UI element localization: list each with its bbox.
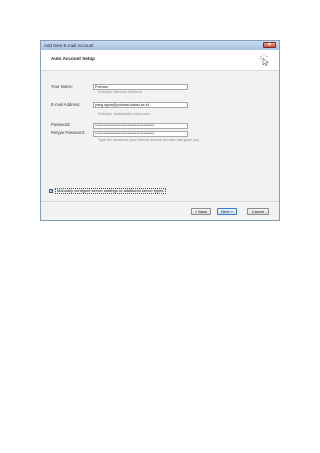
manual-config-row[interactable]: ✓ Manually configure server settings or … (49, 188, 166, 194)
password-field[interactable]: **************************************** (93, 123, 188, 129)
manual-config-checkbox[interactable]: ✓ (49, 189, 53, 193)
page-title: Auto Account Setup (51, 56, 95, 61)
wizard-body (41, 71, 279, 220)
name-label: Your Name: (51, 84, 73, 89)
page: Add New E-mail Account ✕ Auto Account Se… (0, 0, 320, 453)
password-hint: Type the password your Internet service … (98, 138, 200, 142)
retype-password-field[interactable]: **************************************** (93, 131, 188, 137)
retype-password-label: Retype Password: (51, 130, 85, 135)
add-email-account-dialog: Add New E-mail Account ✕ Auto Account Se… (40, 40, 280, 221)
back-button[interactable]: < Back (191, 208, 211, 215)
footer-divider (41, 201, 279, 202)
next-button[interactable]: Next > (217, 208, 237, 215)
close-button[interactable]: ✕ (263, 42, 276, 48)
wizard-header: Auto Account Setup (41, 50, 279, 71)
window-title: Add New E-mail Account (44, 43, 94, 48)
email-hint: Example: barbara@contoso.com (98, 112, 151, 116)
email-label: E-mail Address: (51, 102, 81, 107)
manual-config-label[interactable]: Manually configure server settings or ad… (55, 188, 166, 194)
password-label: Password: (51, 122, 71, 127)
name-hint: Example: Barbara Sankovic (98, 90, 143, 94)
cursor-click-icon (259, 54, 269, 66)
checkmark-icon: ✓ (50, 188, 54, 193)
cancel-button[interactable]: Cancel (247, 208, 269, 215)
email-field[interactable]: yang.agha@polman-babel.ac.id (93, 102, 188, 108)
close-icon: ✕ (267, 42, 272, 48)
